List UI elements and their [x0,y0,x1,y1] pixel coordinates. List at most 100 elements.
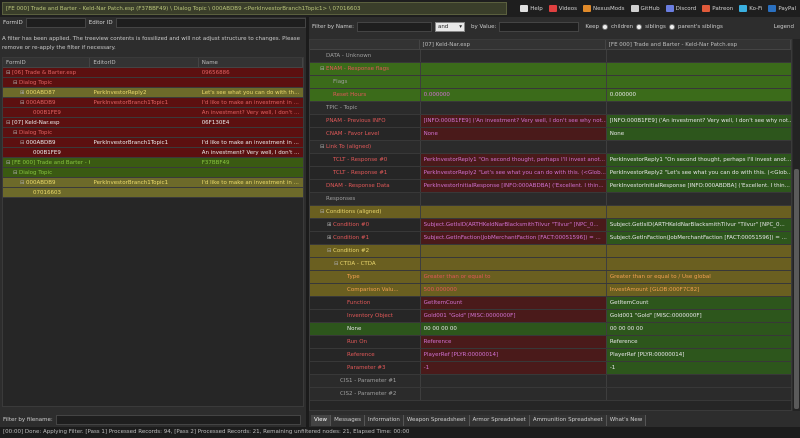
tab-information[interactable]: Information [365,415,404,426]
tree-row[interactable]: 000B1FE9 An investment? Very well, I don'… [3,108,303,118]
view-cell-patch[interactable]: PerkInvestorInitialResponse [INFO:000ABD… [605,180,791,192]
view-row[interactable]: Run On Reference Reference [310,336,791,349]
view-cell-keld-nar[interactable]: Greater than or equal to [419,271,606,283]
view-cell-patch[interactable] [605,102,791,114]
view-row[interactable]: CIS1 - Parameter #1 [310,375,791,388]
view-cell-patch[interactable]: PlayerRef [PLYR:00000014] [605,349,791,361]
view-cell-patch[interactable] [605,50,791,62]
view-cell-patch[interactable]: None [605,128,791,140]
view-row[interactable]: TPIC - Topic [310,102,791,115]
toplink-discord[interactable]: Discord [665,5,696,12]
view-cell-patch[interactable] [605,388,791,400]
view-row[interactable]: TCLT - Response #1 PerkInvestorReply2 "Le… [310,167,791,180]
view-cell-patch[interactable] [605,258,791,270]
name-filter-input[interactable] [356,22,432,32]
view-row[interactable]: ⊟Link To (aligned) [310,141,791,154]
view-cell-keld-nar[interactable] [419,206,606,218]
view-row[interactable]: CNAM - Favor Level None None [310,128,791,141]
column-editorid[interactable]: EditorID [90,58,199,67]
view-cell-patch[interactable] [605,76,791,88]
view-row[interactable]: PNAM - Previous INFO [INFO:000B1FE9] ('An… [310,115,791,128]
view-row[interactable]: Comparison Valu... 500.000000 InvestAmount… [310,284,791,297]
view-row[interactable]: DNAM - Response Data PerkInvestorInitialR… [310,180,791,193]
view-cell-patch[interactable]: 00 00 00 00 [605,323,791,335]
toplink-paypal[interactable]: PayPal [768,5,796,12]
view-cell-keld-nar[interactable] [419,388,606,400]
column-patch[interactable]: [FE 000] Trade and Barter - Keld-Nar Pat… [606,40,791,49]
view-cell-patch[interactable]: Gold001 "Gold" [MISC:0000000F] [605,310,791,322]
view-row[interactable]: Inventory Object Gold001 "Gold" [MISC:000… [310,310,791,323]
view-cell-keld-nar[interactable]: Reference [419,336,606,348]
view-cell-patch[interactable]: GetItemCount [605,297,791,309]
view-row[interactable]: DATA - Unknown [310,50,791,63]
column-keld-nar[interactable]: [07] Keld-Nar.esp [420,40,606,49]
tree-row[interactable]: ⊟Dialog Topic [3,168,303,178]
view-cell-keld-nar[interactable]: Gold001 "Gold" [MISC:0000000F] [419,310,606,322]
view-cell-keld-nar[interactable]: 500.000000 [419,284,606,296]
view-cell-keld-nar[interactable] [419,141,606,153]
vertical-scrollbar[interactable] [793,39,800,411]
tree-row[interactable]: ⊟000ABDB9 PerkInvestorBranch1Topic1 I'd li… [3,98,303,108]
children-radio[interactable] [602,24,608,30]
view-row[interactable]: None 00 00 00 00 00 00 00 00 [310,323,791,336]
column-name[interactable]: Name [199,58,303,67]
and-or-select[interactable]: and ▾ [434,22,465,32]
view-cell-keld-nar[interactable]: None [419,128,606,140]
editorid-input[interactable] [115,18,306,28]
tab-messages[interactable]: Messages [331,415,366,426]
view-cell-keld-nar[interactable] [419,245,606,257]
view-cell-keld-nar[interactable]: -1 [419,362,606,374]
formid-input[interactable] [25,18,86,28]
view-cell-keld-nar[interactable]: [INFO:000B1FE9] ('An investment? Very we… [419,115,606,127]
tree-row[interactable]: ⊞000ABD87 PerkInvestorReply2 Let's see wha… [3,88,303,98]
tree-row[interactable]: 07016603 [3,188,303,198]
tree-row[interactable]: ⊟000ABDB9 PerkInvestorBranch1Topic1 I'd li… [3,178,303,188]
legend-button[interactable]: Legend [774,24,794,30]
view-row[interactable]: ⊟Conditions (aligned) [310,206,791,219]
toplink-videos[interactable]: Videos [548,5,577,12]
view-cell-patch[interactable]: Greater than or equal to / Use global [605,271,791,283]
view-row[interactable]: Reset Hours 0.000000 0.000000 [310,89,791,102]
view-cell-patch[interactable]: -1 [605,362,791,374]
view-row[interactable]: Flags [310,76,791,89]
toplink-github[interactable]: GitHub [630,5,660,12]
view-row[interactable]: Responses [310,193,791,206]
view-cell-patch[interactable]: 0.000000 [605,89,791,101]
view-cell-patch[interactable]: InvestAmount [GLOB:000F7C82] [605,284,791,296]
scrollbar-thumb[interactable] [794,169,799,409]
view-cell-patch[interactable] [605,193,791,205]
view-cell-patch[interactable]: Reference [605,336,791,348]
view-cell-patch[interactable] [605,141,791,153]
view-cell-keld-nar[interactable]: 00 00 00 00 [419,323,606,335]
tab-armor-spreadsheet[interactable]: Armor Spreadsheet [469,415,530,426]
view-row[interactable]: Parameter #3 -1 -1 [310,362,791,375]
view-cell-keld-nar[interactable]: PlayerRef [PLYR:00000014] [419,349,606,361]
view-cell-patch[interactable] [605,245,791,257]
view-cell-keld-nar[interactable] [419,63,606,75]
view-cell-keld-nar[interactable]: PerkInvestorReply1 "On second thought, p… [419,154,606,166]
tree-row[interactable]: ⊟[07] Keld-Nar.esp 06F130E4 [3,118,303,128]
view-row[interactable]: ⊟Condition #2 [310,245,791,258]
tree-row[interactable]: ⊟000ABDB9 PerkInvestorBranch1Topic1 I'd li… [3,138,303,148]
view-cell-keld-nar[interactable] [419,193,606,205]
view-cell-keld-nar[interactable]: PerkInvestorReply2 "Let's see what you c… [419,167,606,179]
view-cell-patch[interactable] [605,375,791,387]
toplink-nexusmods[interactable]: NexusMods [583,5,625,12]
view-row[interactable]: Function GetItemCount GetItemCount [310,297,791,310]
view-row[interactable]: CIS2 - Parameter #2 [310,388,791,401]
column-formid[interactable]: FormID [3,58,91,67]
toplink-help[interactable]: Help [520,5,543,12]
view-row[interactable]: Reference PlayerRef [PLYR:00000014] Player… [310,349,791,362]
view-cell-keld-nar[interactable]: 0.000000 [419,89,606,101]
view-row[interactable]: ⊟CTDA - CTDA [310,258,791,271]
view-cell-keld-nar[interactable] [419,102,606,114]
view-row[interactable]: ⊞Condition #0 Subject.GetIsID(ARTHKeldNar… [310,219,791,232]
toplink-patreon[interactable]: Patreon [702,5,733,12]
tree-row[interactable]: ⊟Dialog Topic [3,78,303,88]
view-cell-keld-nar[interactable]: GetItemCount [419,297,606,309]
view-cell-patch[interactable]: Subject.GetIsID(ARTHKeldNarBlacksmithTil… [605,219,791,231]
view-cell-patch[interactable]: PerkInvestorReply1 "On second thought, p… [605,154,791,166]
view-cell-keld-nar[interactable]: PerkInvestorInitialResponse [INFO:000ABD… [419,180,606,192]
view-cell-patch[interactable] [605,63,791,75]
view-cell-patch[interactable]: Subject.GetInFaction(JobMerchantFaction … [605,232,791,244]
